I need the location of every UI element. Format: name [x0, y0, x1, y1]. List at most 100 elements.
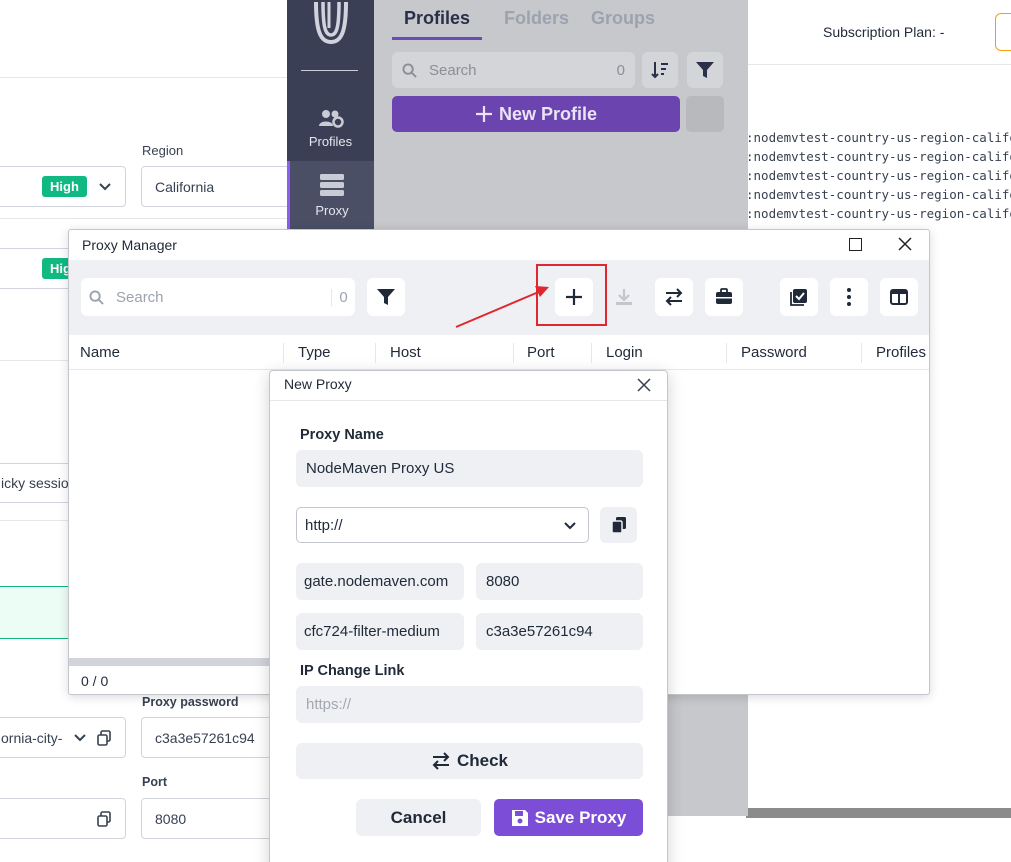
ip-change-link-label: IP Change Link: [300, 663, 405, 679]
select-all-button[interactable]: [780, 278, 818, 316]
chevron-down-icon: [99, 183, 111, 191]
column-port[interactable]: Port: [527, 344, 555, 361]
log-line: :nodemvtest-country-us-region-califor: [746, 206, 1011, 221]
tab-profiles[interactable]: Profiles: [392, 8, 483, 40]
profile-tabs: Profiles Folders Groups: [392, 8, 655, 40]
search-icon: [402, 62, 417, 78]
close-icon[interactable]: [897, 236, 913, 252]
search-count: 0: [616, 61, 625, 79]
column-login[interactable]: Login: [606, 344, 643, 361]
proxy-name-input[interactable]: NodeMaven Proxy US: [296, 450, 643, 487]
status-badge: High: [42, 176, 87, 197]
divider: [0, 520, 70, 521]
briefcase-button[interactable]: [705, 278, 743, 316]
check-button[interactable]: Check: [296, 743, 643, 779]
close-icon[interactable]: [637, 378, 651, 392]
briefcase-icon: [716, 288, 732, 304]
column-password[interactable]: Password: [741, 344, 807, 361]
sort-icon: [651, 62, 668, 79]
search-placeholder: Search: [116, 288, 164, 306]
column-host[interactable]: Host: [390, 344, 421, 361]
warning-button[interactable]: [995, 13, 1011, 51]
region-field[interactable]: California: [141, 166, 291, 207]
column-separator: [591, 343, 592, 363]
sort-button[interactable]: [642, 52, 678, 88]
horizontal-scrollbar[interactable]: [746, 808, 1011, 818]
filter-button[interactable]: [367, 278, 405, 316]
maximize-button[interactable]: [849, 238, 862, 251]
chevron-down-icon: [74, 734, 86, 742]
copy-icon[interactable]: [96, 811, 112, 827]
divider: [0, 77, 287, 78]
save-label: Save Proxy: [534, 807, 627, 827]
login-value: cfc724-filter-medium: [304, 623, 440, 640]
sidebar-item-label: Profiles: [308, 133, 353, 149]
columns-button[interactable]: [880, 278, 918, 316]
ip-change-link-input[interactable]: https://: [296, 686, 643, 723]
filter-icon: [377, 289, 395, 305]
paste-button[interactable]: [600, 507, 637, 543]
proxy-count: 0 / 0: [81, 673, 109, 689]
column-name[interactable]: Name: [80, 344, 120, 361]
save-proxy-button[interactable]: Save Proxy: [494, 799, 643, 836]
column-separator: [861, 343, 862, 363]
search-icon: [89, 289, 104, 305]
column-profiles[interactable]: Profiles: [876, 344, 926, 361]
download-icon: [616, 289, 632, 305]
search-placeholder: Search: [429, 61, 477, 79]
swap-button[interactable]: [655, 278, 693, 316]
profile-search-input[interactable]: Search 0: [392, 52, 635, 88]
subscription-plan: Subscription Plan: -: [823, 24, 945, 40]
host-input[interactable]: gate.nodemaven.com: [296, 563, 464, 600]
log-line: :nodemvtest-country-us-region-califor: [746, 149, 1011, 164]
tab-folders[interactable]: Folders: [504, 8, 569, 40]
proxy-password-value: c3a3e57261c94: [155, 729, 255, 746]
dialog-divider: [270, 400, 667, 401]
protocol-select[interactable]: http://: [296, 507, 589, 543]
sidebar-item-profiles[interactable]: Profiles: [287, 94, 374, 162]
swap-arrows-icon: [432, 752, 450, 770]
city-value: ornia-city-: [1, 729, 63, 746]
more-vertical-icon: [847, 288, 851, 306]
fingerprint-logo-icon: [314, 1, 348, 45]
log-line: :nodemvtest-country-us-region-califor: [746, 187, 1011, 202]
sidebar-item-proxy[interactable]: Proxy: [287, 161, 374, 229]
check-label: Check: [456, 751, 509, 770]
info-box: [0, 586, 70, 639]
protocol-value: http://: [305, 516, 343, 534]
host-value: gate.nodemaven.com: [304, 573, 449, 590]
log-line: :nodemvtest-country-us-region-califor: [746, 168, 1011, 183]
new-profile-button[interactable]: New Profile: [392, 96, 680, 132]
proxy-search-input[interactable]: Search 0: [81, 278, 355, 316]
port-value: 8080: [155, 810, 187, 827]
horizontal-scrollbar[interactable]: [69, 658, 279, 666]
proxy-name-value: NodeMaven Proxy US: [306, 460, 455, 477]
password-value: c3a3e57261c94: [486, 623, 593, 640]
more-options-button[interactable]: [830, 278, 868, 316]
column-type[interactable]: Type: [298, 344, 331, 361]
users-icon: [318, 109, 344, 128]
proxy-name-label: Proxy Name: [300, 427, 384, 443]
filter-button[interactable]: [687, 52, 723, 88]
password-input[interactable]: c3a3e57261c94: [476, 613, 643, 650]
chevron-down-icon: [564, 522, 576, 530]
region-value: California: [155, 178, 215, 195]
tab-groups[interactable]: Groups: [591, 8, 655, 40]
copy-icon[interactable]: [96, 730, 112, 746]
proxy-toolbar: Search 0: [69, 260, 929, 335]
cancel-button[interactable]: Cancel: [356, 799, 481, 836]
log-line: :nodemvtest-country-us-region-califor: [746, 130, 1011, 145]
download-button[interactable]: [605, 278, 643, 316]
proxy-table-header: Name Type Host Port Login Password Profi…: [69, 335, 929, 370]
columns-icon: [890, 289, 908, 305]
filter-icon: [696, 62, 714, 78]
import-button[interactable]: [686, 96, 724, 132]
divider: [0, 360, 70, 361]
port-value: 8080: [486, 573, 520, 590]
sidebar-item-label: Proxy: [315, 202, 349, 218]
server-icon: [320, 173, 344, 196]
region-label: Region: [142, 143, 184, 158]
search-count: 0: [331, 288, 355, 306]
port-input[interactable]: 8080: [476, 563, 643, 600]
login-input[interactable]: cfc724-filter-medium: [296, 613, 464, 650]
